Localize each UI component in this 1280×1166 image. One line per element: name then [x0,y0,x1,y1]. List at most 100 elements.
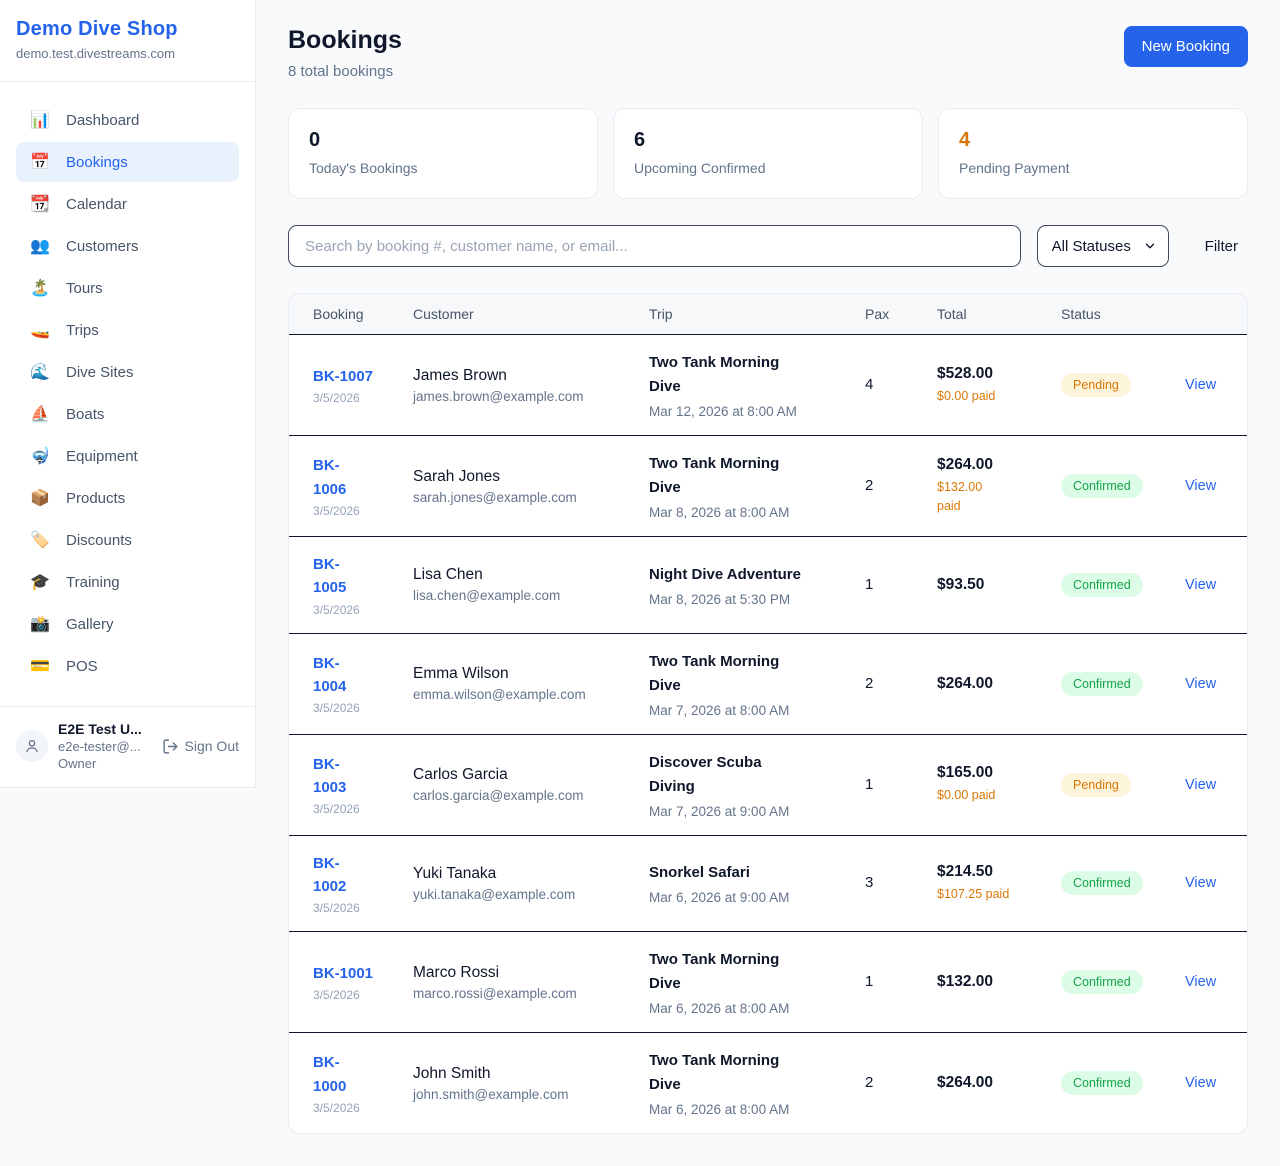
total-amount: $132.00 [937,973,1037,991]
table-body: BK-1007 3/5/2026 James Brown james.brown… [289,335,1248,1134]
status-badge: Confirmed [1061,1071,1143,1095]
booking-id-link[interactable]: BK- 1006 [313,454,346,501]
bookings-table: Booking Customer Trip Pax Total Status B… [289,294,1248,1133]
tours-icon: 🏝️ [30,278,50,298]
pax-count: 2 [865,477,873,494]
upcoming-confirmed-label: Upcoming Confirmed [634,160,902,176]
customer-name: Sarah Jones [413,468,625,486]
training-icon: 🎓 [30,572,50,592]
sidebar-item-calendar[interactable]: 📆 Calendar [16,184,239,224]
pax-count: 4 [865,376,873,393]
shop-name: Demo Dive Shop [16,18,239,41]
customer-email: lisa.chen@example.com [413,588,625,603]
table-row: BK- 1004 3/5/2026 Emma Wilson emma.wilso… [289,633,1248,734]
user-info: E2E Test U... e2e-tester@... Owner [58,721,152,771]
view-link[interactable]: View [1185,478,1216,494]
customer-email: sarah.jones@example.com [413,490,625,505]
table-row: BK- 1000 3/5/2026 John Smith john.smith@… [289,1033,1248,1134]
sidebar-item-trips[interactable]: 🚤 Trips [16,310,239,350]
col-status: Status [1049,294,1173,335]
page-header: Bookings 8 total bookings New Booking [288,26,1248,80]
customer-name: John Smith [413,1065,625,1083]
trip-datetime: Mar 7, 2026 at 8:00 AM [649,703,841,718]
trip-datetime: Mar 7, 2026 at 9:00 AM [649,804,841,819]
view-link[interactable]: View [1185,577,1216,593]
booking-id-link[interactable]: BK-1007 [313,365,373,388]
products-icon: 📦 [30,488,50,508]
trip-name: Discover Scuba Diving [649,751,841,799]
user-role: Owner [58,756,152,771]
total-amount: $528.00 [937,365,1037,383]
calendar-icon: 📆 [30,194,50,214]
booking-id-link[interactable]: BK-1001 [313,962,373,985]
sidebar-item-customers[interactable]: 👥 Customers [16,226,239,266]
view-link[interactable]: View [1185,377,1216,393]
sign-out-button[interactable]: Sign Out [162,738,239,755]
customer-email: marco.rossi@example.com [413,986,625,1001]
view-link[interactable]: View [1185,777,1216,793]
total-amount: $264.00 [937,456,1037,474]
avatar [16,730,48,762]
view-link[interactable]: View [1185,676,1216,692]
sidebar-item-training[interactable]: 🎓 Training [16,562,239,602]
paid-amount: $0.00 paid [937,786,1037,805]
booking-id-link[interactable]: BK- 1004 [313,652,346,699]
dive-sites-icon: 🌊 [30,362,50,382]
col-pax: Pax [853,294,925,335]
booking-date: 3/5/2026 [313,504,389,518]
sidebar-item-pos[interactable]: 💳 POS [16,646,239,686]
pax-count: 1 [865,576,873,593]
sidebar-item-products[interactable]: 📦 Products [16,478,239,518]
sidebar-item-discounts[interactable]: 🏷️ Discounts [16,520,239,560]
booking-id-link[interactable]: BK- 1003 [313,753,346,800]
status-select-wrap: All Statuses [1037,225,1169,267]
booking-date: 3/5/2026 [313,1101,389,1115]
page-title: Bookings [288,26,402,55]
booking-date: 3/5/2026 [313,901,389,915]
user-icon [24,738,40,754]
search-input[interactable] [288,225,1021,267]
total-amount: $264.00 [937,675,1037,693]
customer-email: carlos.garcia@example.com [413,788,625,803]
view-link[interactable]: View [1185,974,1216,990]
customer-name: Carlos Garcia [413,766,625,784]
sidebar-item-bookings[interactable]: 📅 Bookings [16,142,239,182]
sign-out-label: Sign Out [185,738,239,754]
paid-amount: $107.25 paid [937,885,1037,904]
sidebar-item-equipment[interactable]: 🤿 Equipment [16,436,239,476]
new-booking-button[interactable]: New Booking [1124,26,1248,67]
table-row: BK- 1006 3/5/2026 Sarah Jones sarah.jone… [289,436,1248,537]
pending-payment-label: Pending Payment [959,160,1227,176]
status-badge: Confirmed [1061,672,1143,696]
trip-name: Night Dive Adventure [649,563,841,587]
pax-count: 2 [865,675,873,692]
status-select[interactable]: All Statuses [1037,225,1169,267]
sidebar-item-boats[interactable]: ⛵ Boats [16,394,239,434]
booking-id-link[interactable]: BK- 1005 [313,553,346,600]
trip-datetime: Mar 6, 2026 at 8:00 AM [649,1001,841,1016]
view-link[interactable]: View [1185,1075,1216,1091]
filter-button[interactable]: Filter [1195,238,1248,255]
trip-datetime: Mar 6, 2026 at 8:00 AM [649,1102,841,1117]
sidebar-item-dashboard[interactable]: 📊 Dashboard [16,100,239,140]
trip-name: Two Tank Morning Dive [649,650,841,698]
table-row: BK- 1002 3/5/2026 Yuki Tanaka yuki.tanak… [289,835,1248,932]
pos-icon: 💳 [30,656,50,676]
booking-id-link[interactable]: BK- 1002 [313,852,346,899]
sidebar-item-gallery[interactable]: 📸 Gallery [16,604,239,644]
view-link[interactable]: View [1185,875,1216,891]
trip-datetime: Mar 8, 2026 at 5:30 PM [649,592,841,607]
status-badge: Pending [1061,773,1131,797]
table-row: BK-1007 3/5/2026 James Brown james.brown… [289,335,1248,436]
customer-email: emma.wilson@example.com [413,687,625,702]
todays-bookings-label: Today's Bookings [309,160,577,176]
sidebar-item-tours[interactable]: 🏝️ Tours [16,268,239,308]
trip-name: Two Tank Morning Dive [649,948,841,996]
stat-card-todays-bookings: 0 Today's Bookings [288,108,598,199]
col-total: Total [925,294,1049,335]
status-badge: Confirmed [1061,871,1143,895]
booking-id-link[interactable]: BK- 1000 [313,1051,346,1098]
sidebar-item-dive-sites[interactable]: 🌊 Dive Sites [16,352,239,392]
total-bookings-count: 8 total bookings [288,63,402,80]
todays-bookings-value: 0 [309,129,577,152]
